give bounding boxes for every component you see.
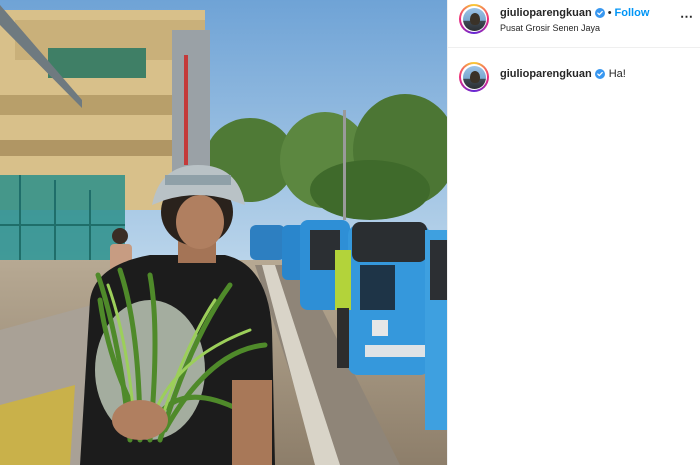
caption-username[interactable]: giulioparengkuan	[500, 68, 592, 80]
caption-avatar[interactable]	[459, 62, 489, 92]
photo-scene	[0, 0, 447, 465]
follow-button[interactable]: Follow	[615, 7, 650, 19]
ellipsis-icon[interactable]: ⋯	[680, 9, 694, 25]
separator-dot: •	[607, 7, 612, 19]
author-line: giulioparengkuan • Follow	[500, 7, 649, 19]
caption-line: giulioparengkuan Ha!	[500, 68, 626, 80]
author-avatar[interactable]	[459, 4, 489, 34]
instagram-post: giulioparengkuan • Follow Pusat Grosir S…	[0, 0, 700, 465]
avatar-image	[462, 7, 486, 31]
location-link[interactable]: Pusat Grosir Senen Jaya	[500, 23, 600, 33]
verified-badge-icon	[594, 8, 605, 18]
post-sidebar: giulioparengkuan • Follow Pusat Grosir S…	[447, 0, 700, 465]
post-header: giulioparengkuan • Follow Pusat Grosir S…	[448, 0, 700, 48]
post-photo[interactable]	[0, 0, 447, 465]
author-username[interactable]: giulioparengkuan	[500, 7, 592, 19]
avatar-image	[462, 65, 486, 89]
verified-badge-icon	[594, 69, 605, 79]
caption-text: Ha!	[608, 68, 626, 80]
